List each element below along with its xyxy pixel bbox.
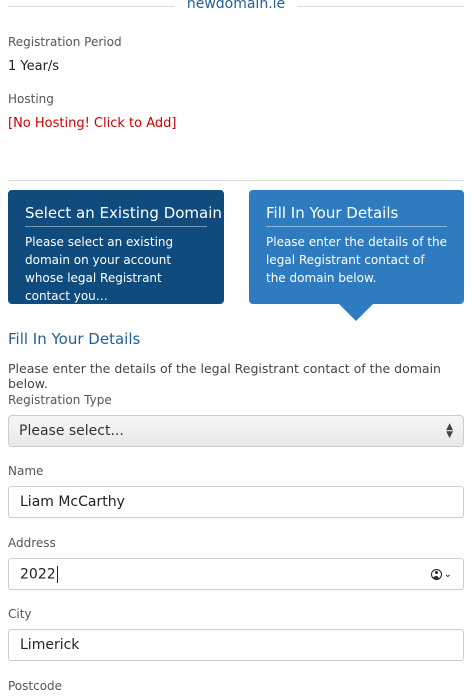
city-value: Limerick [20, 637, 80, 653]
name-input[interactable]: Liam McCarthy [8, 486, 464, 518]
address-input[interactable]: 2022 ⌄ [8, 558, 464, 590]
contact-autofill-icon[interactable]: ⌄ [430, 568, 452, 580]
city-input[interactable]: Limerick [8, 629, 464, 661]
header-divider-right [297, 6, 464, 7]
existing-domain-card-title: Select an Existing Domain [25, 204, 222, 227]
city-label: City [8, 607, 32, 621]
chevron-down-icon: ⌄ [443, 568, 452, 580]
fill-details-card-title: Fill In Your Details [266, 204, 447, 227]
address-value: 2022 [20, 566, 56, 582]
add-hosting-link[interactable]: [No Hosting! Click to Add] [8, 116, 176, 131]
registration-period-value: 1 Year/s [8, 59, 60, 74]
fill-details-card-description: Please enter the details of the legal Re… [266, 235, 447, 285]
existing-domain-card-description: Please select an existing domain on your… [25, 235, 174, 303]
domain-header: newdomain.ie [8, 0, 464, 14]
fill-in-details-card[interactable]: Fill In Your Details Please enter the de… [249, 190, 464, 304]
address-label: Address [8, 536, 56, 550]
name-label: Name [8, 464, 44, 478]
registration-type-value: Please select... [19, 423, 124, 439]
details-section-title: Fill In Your Details [8, 330, 141, 348]
name-value: Liam McCarthy [20, 494, 125, 510]
hosting-label: Hosting [8, 92, 54, 106]
registration-type-select[interactable]: Please select... ▲ ▼ [8, 415, 464, 447]
details-section-description: Please enter the details of the legal Re… [8, 361, 441, 391]
selected-card-pointer [339, 304, 373, 321]
person-circle-icon [430, 568, 442, 580]
postcode-label: Postcode [8, 679, 63, 693]
text-caret [56, 565, 58, 583]
section-divider [8, 180, 464, 181]
registration-period-label: Registration Period [8, 35, 122, 49]
updown-arrows-icon: ▲ ▼ [446, 422, 453, 440]
select-existing-domain-card[interactable]: Select an Existing Domain Please select … [8, 190, 224, 304]
registration-type-label: Registration Type [8, 393, 112, 407]
